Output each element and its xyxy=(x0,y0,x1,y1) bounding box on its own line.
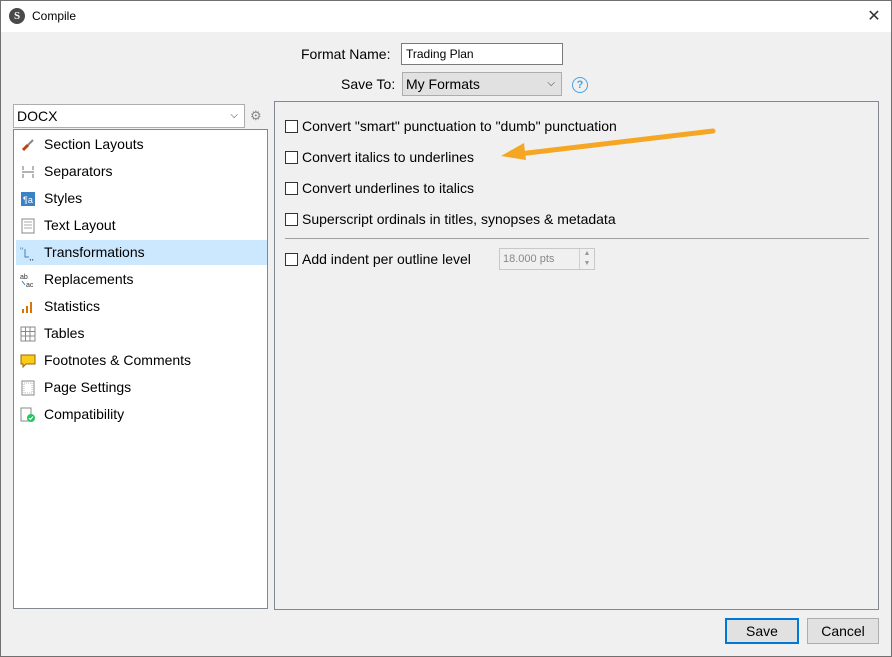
option-label: Convert italics to underlines xyxy=(302,149,474,165)
sidebar-item-footnotes-comments[interactable]: Footnotes & Comments xyxy=(16,348,267,373)
superscript-ordinals-checkbox[interactable] xyxy=(285,213,298,226)
option-label: Superscript ordinals in titles, synopses… xyxy=(302,211,616,227)
svg-text:": " xyxy=(20,246,23,256)
sidebar-item-label: Page Settings xyxy=(44,379,132,395)
separators-icon xyxy=(22,166,34,178)
close-button[interactable]: ✕ xyxy=(857,1,891,32)
compatibility-icon xyxy=(20,407,35,422)
text-layout-icon xyxy=(21,218,35,234)
tables-icon xyxy=(20,326,36,342)
output-format-value: DOCX xyxy=(17,108,58,124)
title-bar: S Compile ✕ xyxy=(1,1,891,32)
footnotes-icon xyxy=(20,354,36,369)
svg-text:¶a: ¶a xyxy=(23,195,33,205)
brush-icon xyxy=(21,139,34,152)
sidebar-item-label: Tables xyxy=(44,325,85,341)
sidebar-item-label: Text Layout xyxy=(44,217,116,233)
page-settings-icon xyxy=(21,380,35,396)
help-icon[interactable]: ? xyxy=(572,77,588,93)
sidebar-item-text-layout[interactable]: Text Layout xyxy=(16,213,267,238)
cancel-button[interactable]: Cancel xyxy=(807,618,879,644)
chevron-down-icon: ⌵ xyxy=(547,78,555,89)
divider xyxy=(285,238,869,239)
sidebar-item-separators[interactable]: Separators xyxy=(16,159,267,184)
chevron-down-icon: ⌵ xyxy=(230,110,238,121)
sidebar-item-label: Replacements xyxy=(44,271,134,287)
gear-icon[interactable]: ⚙ xyxy=(250,108,262,124)
svg-text:,,: ,, xyxy=(29,252,34,261)
sidebar-item-label: Transformations xyxy=(44,244,145,260)
compile-window: S Compile ✕ Format Name: Trading Plan Sa… xyxy=(0,0,892,657)
window-title: Compile xyxy=(32,9,77,23)
sidebar-item-label: Compatibility xyxy=(44,406,125,422)
svg-text:ab: ab xyxy=(20,274,28,281)
output-format-select[interactable]: DOCX ⌵ xyxy=(13,104,245,128)
option-label: Add indent per outline level xyxy=(302,251,471,267)
sidebar-item-styles[interactable]: ¶a Styles xyxy=(16,186,267,211)
sidebar-item-label: Styles xyxy=(44,190,83,206)
sidebar-item-label: Statistics xyxy=(44,298,101,314)
stepper-arrows-icon[interactable]: ▲ ▼ xyxy=(579,249,594,269)
sidebar-item-transformations[interactable]: ",, Transformations xyxy=(16,240,267,265)
replacements-icon: abac xyxy=(20,274,34,288)
sidebar-item-tables[interactable]: Tables xyxy=(16,321,267,346)
sidebar-item-statistics[interactable]: Statistics xyxy=(16,294,267,319)
save-to-label: Save To: xyxy=(341,76,396,92)
scrivener-app-icon: S xyxy=(9,8,25,24)
save-button[interactable]: Save xyxy=(725,618,799,644)
statistics-icon xyxy=(22,302,32,313)
sidebar-item-section-layouts[interactable]: Section Layouts xyxy=(16,132,267,157)
indent-amount-stepper[interactable]: 18.000 pts ▲ ▼ xyxy=(499,248,595,270)
format-name-label: Format Name: xyxy=(301,46,391,62)
annotation-arrow xyxy=(501,128,716,160)
sidebar-item-page-settings[interactable]: Page Settings xyxy=(16,375,267,400)
sidebar-item-label: Separators xyxy=(44,163,113,179)
transformations-panel: Convert "smart" punctuation to "dumb" pu… xyxy=(274,101,879,610)
styles-icon: ¶a xyxy=(21,192,35,206)
italics-to-underlines-checkbox[interactable] xyxy=(285,151,298,164)
svg-text:ac: ac xyxy=(26,282,34,288)
sidebar-item-label: Footnotes & Comments xyxy=(44,352,192,368)
save-to-select[interactable]: My Formats ⌵ xyxy=(402,72,562,96)
transformations-icon: ",, xyxy=(20,246,34,261)
underlines-to-italics-checkbox[interactable] xyxy=(285,182,298,195)
sidebar-item-compatibility[interactable]: Compatibility xyxy=(16,402,267,427)
compile-options-list: Section Layouts Separators ¶a Styles Tex… xyxy=(13,129,268,609)
format-name-input[interactable]: Trading Plan xyxy=(401,43,563,65)
sidebar-item-label: Section Layouts xyxy=(44,136,144,152)
save-to-value: My Formats xyxy=(406,76,480,92)
option-label: Convert underlines to italics xyxy=(302,180,474,196)
sidebar-item-replacements[interactable]: ab ac Replacements xyxy=(16,267,267,292)
indent-amount-value: 18.000 pts xyxy=(503,253,555,265)
indent-per-level-checkbox[interactable] xyxy=(285,253,298,266)
smart-punctuation-checkbox[interactable] xyxy=(285,120,298,133)
